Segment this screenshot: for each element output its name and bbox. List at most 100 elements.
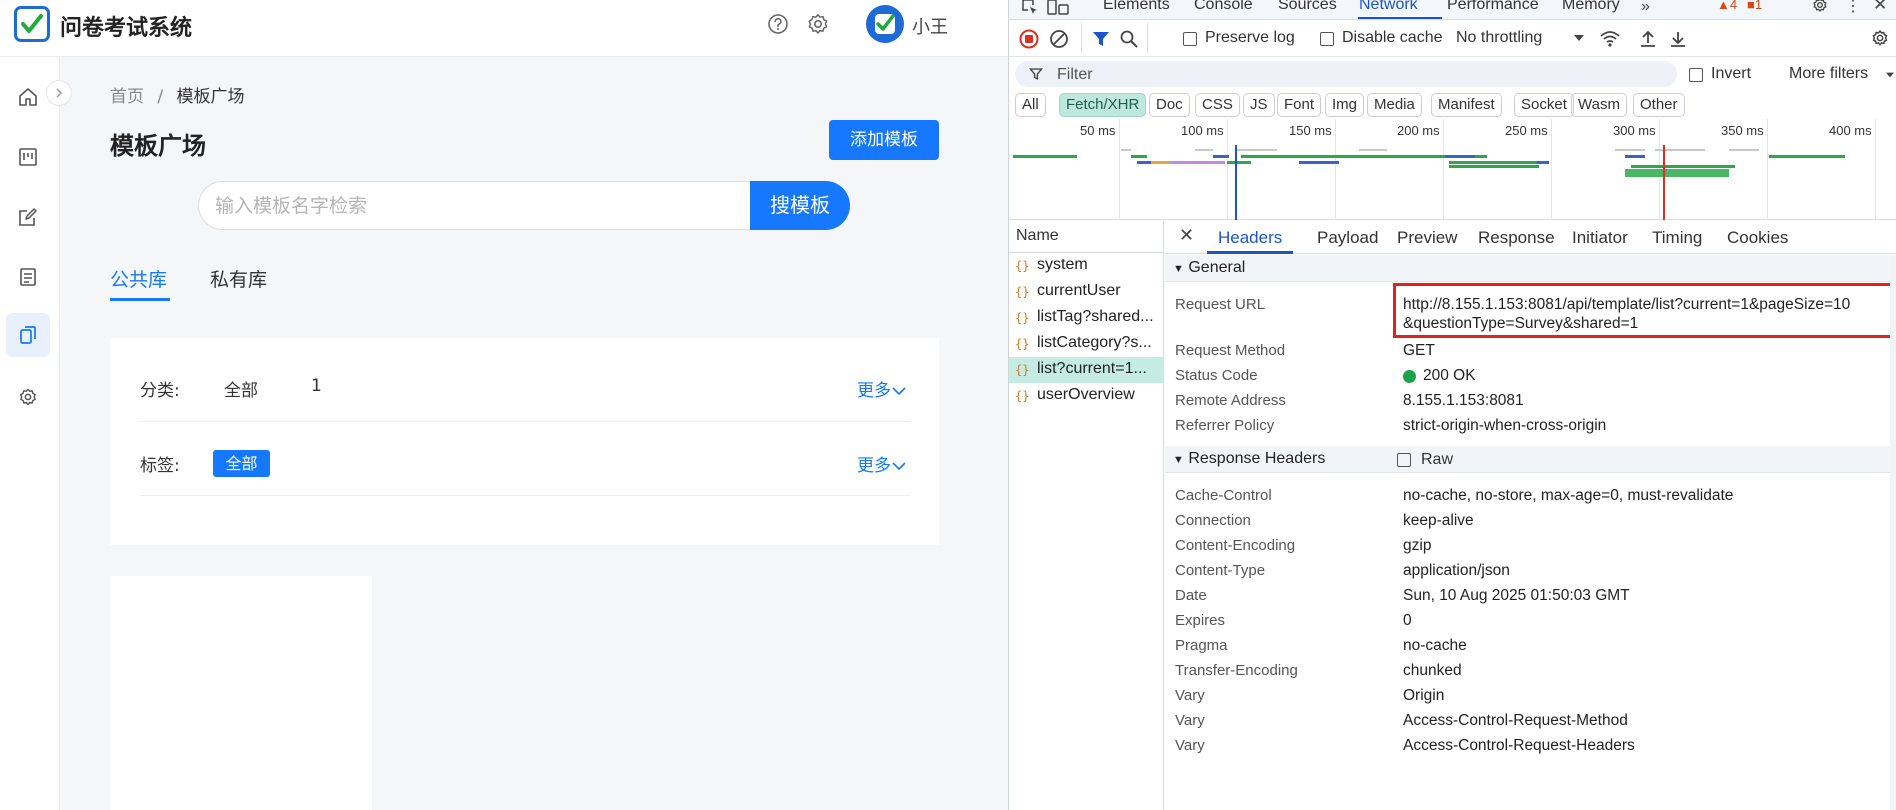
category-item-all[interactable]: 全部 bbox=[224, 376, 258, 401]
import-har-icon[interactable] bbox=[1639, 29, 1657, 49]
template-nav-icon[interactable] bbox=[6, 313, 50, 357]
template-search-input[interactable] bbox=[198, 181, 750, 230]
header-value[interactable]: chunked bbox=[1403, 662, 1462, 680]
edit-nav-icon[interactable] bbox=[6, 195, 50, 239]
header-value[interactable]: Access-Control-Request-Headers bbox=[1403, 737, 1635, 755]
invert-label[interactable]: Invert bbox=[1711, 65, 1751, 83]
type-filter-manifest[interactable]: Manifest bbox=[1431, 93, 1502, 117]
tab-sources[interactable]: Sources bbox=[1278, 0, 1337, 14]
tab-initiator[interactable]: Initiator bbox=[1572, 228, 1628, 248]
type-filter-js[interactable]: JS bbox=[1243, 93, 1275, 117]
category-item[interactable]: 1 bbox=[311, 376, 322, 396]
tab-cookies[interactable]: Cookies bbox=[1727, 228, 1788, 248]
more-options-icon[interactable]: ⋮ bbox=[1845, 0, 1861, 16]
category-more-link[interactable]: 更多 bbox=[857, 376, 907, 401]
header-value[interactable]: strict-origin-when-cross-origin bbox=[1403, 417, 1606, 435]
header-value[interactable]: 0 bbox=[1403, 612, 1412, 630]
settings-icon[interactable] bbox=[806, 12, 830, 36]
type-filter-img[interactable]: Img bbox=[1325, 93, 1365, 117]
request-row[interactable]: {} listCategory?s... bbox=[1009, 331, 1164, 357]
name-column-header[interactable]: Name bbox=[1009, 221, 1164, 253]
network-settings-icon[interactable] bbox=[1871, 29, 1889, 47]
response-headers-section-header[interactable]: ▼ Response Headers bbox=[1165, 446, 1896, 473]
tab-performance[interactable]: Performance bbox=[1447, 0, 1539, 14]
user-name[interactable]: 小王 bbox=[912, 13, 948, 39]
request-row[interactable]: {} listTag?shared... bbox=[1009, 305, 1164, 331]
tab-console[interactable]: Console bbox=[1194, 0, 1253, 14]
header-value[interactable]: gzip bbox=[1403, 537, 1431, 555]
issues-badge[interactable]: ■1 bbox=[1747, 0, 1762, 12]
gear-nav-icon[interactable] bbox=[6, 375, 50, 419]
warning-badge[interactable]: ▲4 bbox=[1717, 0, 1737, 12]
header-value[interactable]: Origin bbox=[1403, 687, 1444, 705]
device-toolbar-icon[interactable] bbox=[1047, 0, 1069, 16]
tag-more-link[interactable]: 更多 bbox=[857, 451, 907, 476]
tab-memory[interactable]: Memory bbox=[1562, 0, 1620, 14]
tab-elements[interactable]: Elements bbox=[1103, 0, 1170, 14]
export-har-icon[interactable] bbox=[1669, 29, 1687, 49]
close-icon[interactable]: ✕ bbox=[1179, 225, 1194, 246]
preserve-log-label[interactable]: Preserve log bbox=[1205, 29, 1295, 47]
scrollbar[interactable] bbox=[1890, 255, 1896, 810]
home-nav-icon[interactable] bbox=[6, 75, 50, 119]
dropdown-caret-icon[interactable] bbox=[1885, 71, 1895, 79]
tab-payload[interactable]: Payload bbox=[1317, 228, 1378, 248]
devtools-settings-icon[interactable] bbox=[1812, 0, 1828, 13]
more-tabs-icon[interactable]: » bbox=[1641, 0, 1650, 16]
request-row[interactable]: {} currentUser bbox=[1009, 279, 1164, 305]
type-filter-fetch-xhr[interactable]: Fetch/XHR bbox=[1059, 93, 1147, 117]
tab-private-library[interactable]: 私有库 bbox=[210, 265, 267, 292]
raw-label[interactable]: Raw bbox=[1421, 451, 1453, 469]
type-filter-media[interactable]: Media bbox=[1367, 93, 1422, 117]
collapse-sidebar-button[interactable] bbox=[46, 80, 72, 106]
header-value[interactable]: application/json bbox=[1403, 562, 1510, 580]
invert-checkbox[interactable] bbox=[1689, 68, 1703, 82]
request-row[interactable]: {} system bbox=[1009, 253, 1164, 279]
type-filter-doc[interactable]: Doc bbox=[1149, 93, 1190, 117]
preserve-log-checkbox[interactable] bbox=[1183, 32, 1197, 46]
board-nav-icon[interactable] bbox=[6, 135, 50, 179]
more-filters-button[interactable]: More filters bbox=[1789, 65, 1868, 83]
disable-cache-checkbox[interactable] bbox=[1320, 32, 1334, 46]
network-conditions-icon[interactable] bbox=[1599, 29, 1621, 49]
close-devtools-icon[interactable]: ✕ bbox=[1873, 0, 1887, 15]
header-value[interactable]: 8.155.1.153:8081 bbox=[1403, 392, 1524, 410]
type-filter-other[interactable]: Other bbox=[1633, 93, 1685, 117]
add-template-button[interactable]: 添加模板 bbox=[829, 120, 939, 160]
type-filter-css[interactable]: CSS bbox=[1195, 93, 1240, 117]
avatar[interactable] bbox=[866, 5, 904, 43]
tab-response[interactable]: Response bbox=[1478, 228, 1555, 248]
tab-preview[interactable]: Preview bbox=[1397, 228, 1457, 248]
raw-checkbox[interactable] bbox=[1397, 453, 1411, 467]
general-section-header[interactable]: ▼ General bbox=[1165, 255, 1896, 282]
header-value[interactable]: Sun, 10 Aug 2025 01:50:03 GMT bbox=[1403, 587, 1630, 605]
type-filter-all[interactable]: All bbox=[1015, 93, 1046, 117]
tab-headers[interactable]: Headers bbox=[1218, 228, 1282, 248]
filter-funnel-icon[interactable] bbox=[1091, 29, 1111, 49]
disable-cache-label[interactable]: Disable cache bbox=[1342, 29, 1443, 47]
clear-icon[interactable] bbox=[1049, 29, 1069, 49]
network-overview-timeline[interactable]: 50 ms 100 ms 150 ms 200 ms 250 ms 300 ms… bbox=[1009, 119, 1896, 220]
header-value[interactable]: GET bbox=[1403, 342, 1435, 360]
breadcrumb-home[interactable]: 首页 bbox=[110, 87, 144, 107]
search-icon[interactable] bbox=[1119, 29, 1139, 49]
type-filter-wasm[interactable]: Wasm bbox=[1571, 93, 1627, 117]
tab-timing[interactable]: Timing bbox=[1652, 228, 1702, 248]
tag-item-all[interactable]: 全部 bbox=[213, 450, 270, 477]
header-value[interactable]: no-cache, no-store, max-age=0, must-reva… bbox=[1403, 487, 1733, 505]
template-card[interactable] bbox=[110, 576, 372, 810]
list-nav-icon[interactable] bbox=[6, 255, 50, 299]
search-template-button[interactable]: 搜模板 bbox=[750, 181, 850, 230]
type-filter-socket[interactable]: Socket bbox=[1514, 93, 1574, 117]
tab-public-library[interactable]: 公共库 bbox=[110, 265, 167, 292]
header-value[interactable]: Access-Control-Request-Method bbox=[1403, 712, 1628, 730]
request-row-selected[interactable]: {} list?current=1... bbox=[1009, 357, 1164, 383]
request-row[interactable]: {} userOverview bbox=[1009, 383, 1164, 409]
help-icon[interactable] bbox=[766, 12, 790, 36]
header-value[interactable]: keep-alive bbox=[1403, 512, 1474, 530]
throttling-select[interactable]: No throttling bbox=[1456, 29, 1542, 47]
tab-network[interactable]: Network bbox=[1359, 0, 1418, 14]
status-code-value[interactable]: 200 OK bbox=[1423, 367, 1476, 385]
header-value[interactable]: no-cache bbox=[1403, 637, 1467, 655]
dropdown-caret-icon[interactable] bbox=[1573, 33, 1585, 43]
